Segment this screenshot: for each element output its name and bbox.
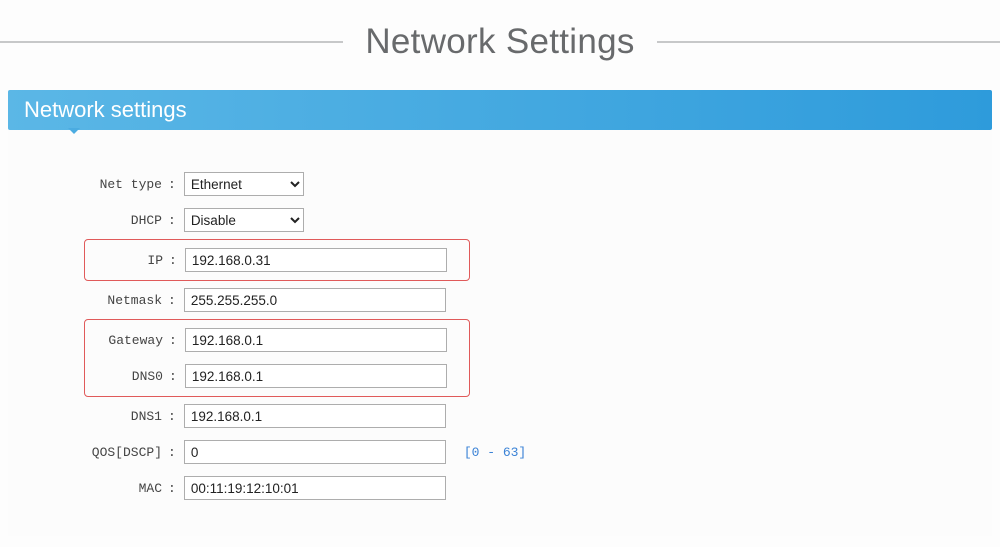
row-dhcp: DHCP: Disable (8, 202, 992, 238)
qos-range-hint: [0 - 63] (464, 445, 526, 460)
dns0-input[interactable] (185, 364, 447, 388)
row-net-type: Net type: Ethernet (8, 166, 992, 202)
network-settings-form: Net type: Ethernet DHCP: Disable IP: (8, 130, 992, 536)
ip-input[interactable] (185, 248, 447, 272)
label-dns0: DNS0 (85, 369, 169, 384)
row-netmask: Netmask: (8, 282, 992, 318)
label-qos: QOS[DSCP] (8, 445, 168, 460)
row-ip: IP: (85, 242, 469, 278)
gateway-input[interactable] (185, 328, 447, 352)
net-type-select[interactable]: Ethernet (184, 172, 304, 196)
highlight-gateway-dns0-group: Gateway: DNS0: (84, 319, 470, 397)
netmask-input[interactable] (184, 288, 446, 312)
row-dns1: DNS1: (8, 398, 992, 434)
rule-left (0, 41, 343, 43)
label-dns1: DNS1 (8, 409, 168, 424)
section-header: Network settings (8, 90, 992, 130)
label-mac: MAC (8, 481, 168, 496)
mac-input[interactable] (184, 476, 446, 500)
section-title: Network settings (24, 97, 187, 122)
row-gateway: Gateway: (85, 322, 469, 358)
dns1-input[interactable] (184, 404, 446, 428)
row-qos: QOS[DSCP]: [0 - 63] (8, 434, 992, 470)
row-mac: MAC: (8, 470, 992, 506)
page-title-bar: Network Settings (0, 22, 1000, 62)
page-title: Network Settings (343, 22, 656, 62)
label-net-type: Net type (8, 177, 168, 192)
highlight-ip-group: IP: (84, 239, 470, 281)
label-dhcp: DHCP (8, 213, 168, 228)
row-dns0: DNS0: (85, 358, 469, 394)
label-gateway: Gateway (85, 333, 169, 348)
rule-right (657, 41, 1000, 43)
label-netmask: Netmask (8, 293, 168, 308)
label-ip: IP (85, 253, 169, 268)
dhcp-select[interactable]: Disable (184, 208, 304, 232)
settings-panel: Network settings Net type: Ethernet DHCP… (8, 90, 992, 536)
qos-input[interactable] (184, 440, 446, 464)
